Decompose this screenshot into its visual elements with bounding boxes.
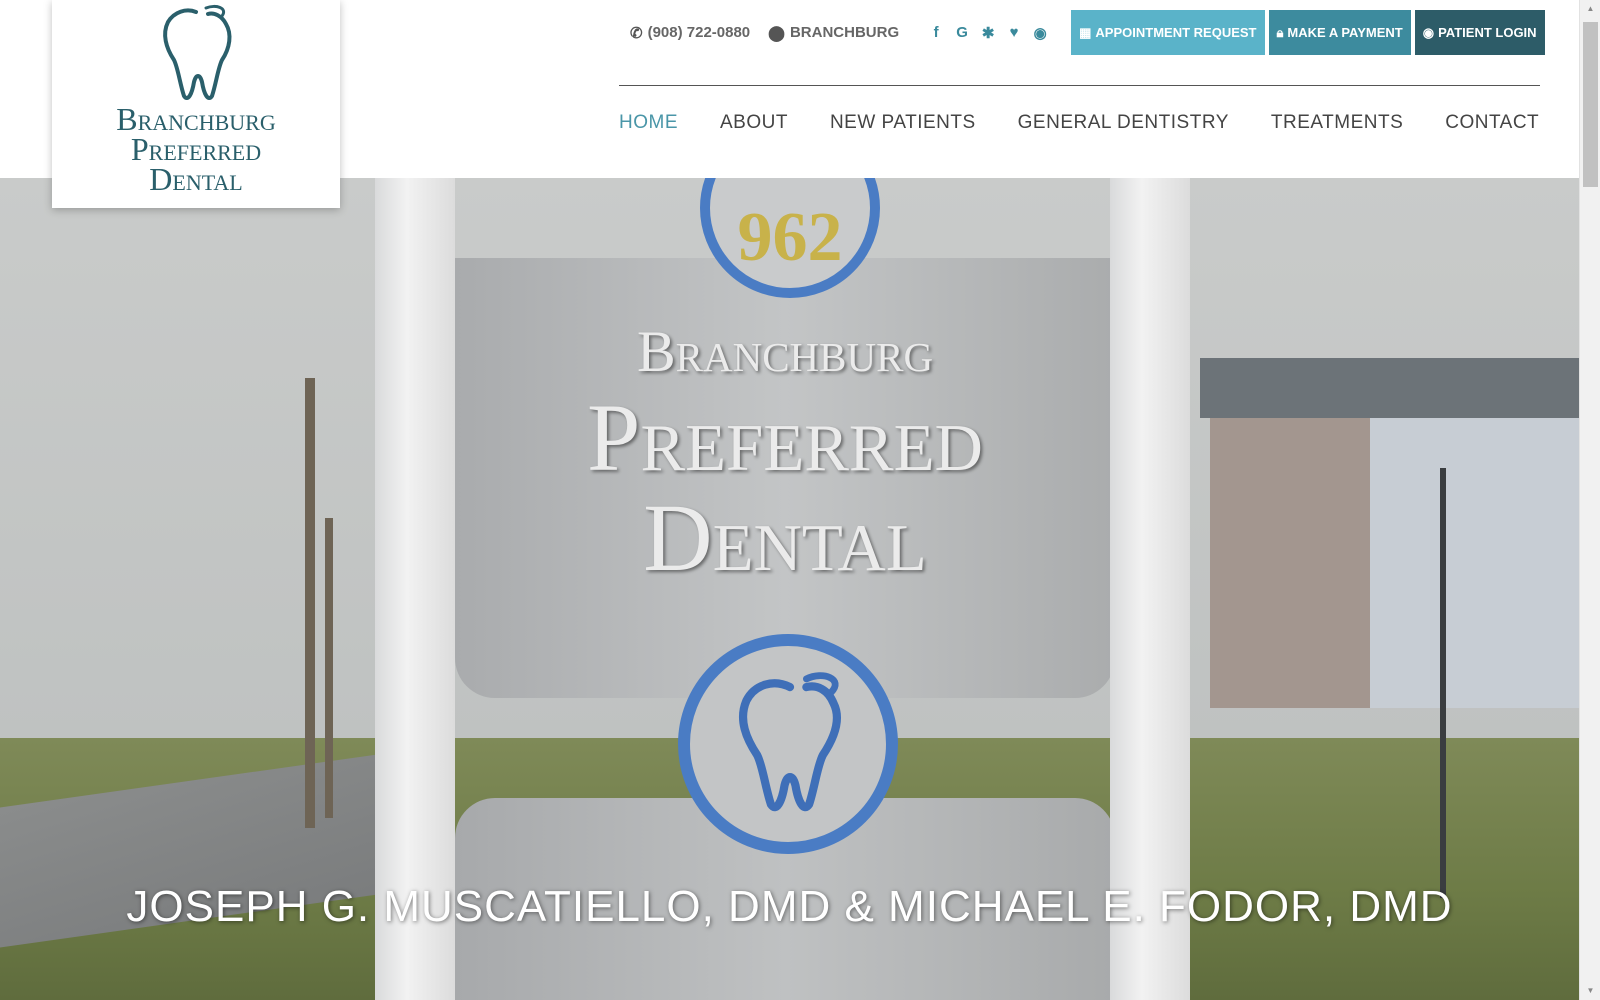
nav-item-new-patients[interactable]: NEW PATIENTS [830, 112, 976, 134]
facebook-icon[interactable]: f [929, 24, 943, 41]
scroll-up-icon[interactable]: ▲ [1586, 4, 1595, 13]
page-scrollbar[interactable]: ▲ ▼ [1579, 0, 1600, 1000]
logo-text: Branchburg Preferred Dental [52, 101, 340, 197]
location-link[interactable]: ⬤ BRANCHBURG [768, 24, 899, 42]
sign-text-line-2: Preferred [587, 384, 983, 491]
scrollbar-thumb[interactable] [1583, 22, 1598, 187]
header-divider [619, 85, 1540, 86]
nav-item-contact[interactable]: CONTACT [1445, 112, 1539, 134]
patient-login-button[interactable]: ◉ PATIENT LOGIN [1414, 10, 1545, 55]
scroll-down-icon[interactable]: ▼ [1586, 986, 1595, 995]
nav-item-home[interactable]: HOME [619, 112, 678, 134]
hero-building [1200, 358, 1579, 708]
logo-line-1: Branchburg [116, 101, 276, 137]
phone-link[interactable]: ✆ (908) 722-0880 [630, 24, 750, 42]
utility-pole [325, 518, 333, 818]
patient-login-label: PATIENT LOGIN [1438, 25, 1537, 40]
tooth-icon [738, 672, 842, 812]
utility-pole [305, 378, 315, 828]
sign-post-right [1110, 178, 1190, 1000]
building-side [1370, 418, 1579, 708]
sign-text-line-1: Branchburg [636, 319, 934, 384]
site-header: Branchburg Preferred Dental ✆ (908) 722-… [0, 0, 1579, 208]
logo[interactable]: Branchburg Preferred Dental [52, 0, 340, 208]
appointment-request-button[interactable]: ▦ APPOINTMENT REQUEST [1071, 10, 1265, 55]
sign-post-left [375, 178, 455, 1000]
sign-text-line-3: Dental [643, 484, 927, 591]
map-marker-icon: ⬤ [768, 24, 785, 42]
lock-icon: 🔒︎ [1276, 24, 1284, 40]
make-payment-button[interactable]: 🔒︎ MAKE A PAYMENT [1268, 10, 1411, 55]
building-roof [1200, 358, 1579, 418]
social-links: f G ✱ ♥ ◉ [923, 24, 1053, 42]
nav-item-about[interactable]: ABOUT [720, 112, 788, 134]
appointment-request-label: APPOINTMENT REQUEST [1095, 25, 1257, 40]
hero-caption: JOSEPH G. MUSCATIELLO, DMD & MICHAEL E. … [126, 882, 1453, 931]
top-bar: ✆ (908) 722-0880 ⬤ BRANCHBURG f G ✱ ♥ ◉ … [630, 10, 1545, 55]
phone-number: (908) 722-0880 [647, 24, 751, 41]
rss-icon[interactable]: ◉ [1033, 24, 1047, 42]
phone-icon: ✆ [630, 24, 643, 42]
healthgrades-icon[interactable]: ♥ [1007, 24, 1021, 41]
location-label: BRANCHBURG [789, 24, 900, 41]
logo-line-3: Dental [149, 161, 243, 197]
tooth-logo-icon [163, 4, 232, 101]
nav-item-treatments[interactable]: TREATMENTS [1271, 112, 1403, 134]
logo-line-2: Preferred [130, 131, 262, 167]
calendar-icon: ▦ [1079, 24, 1092, 40]
user-circle-icon: ◉ [1422, 24, 1435, 40]
utility-pole [1440, 468, 1446, 898]
yelp-icon[interactable]: ✱ [981, 24, 995, 42]
google-icon[interactable]: G [955, 24, 969, 41]
main-nav: HOME ABOUT NEW PATIENTS GENERAL DENTISTR… [619, 112, 1539, 134]
nav-item-general-dentistry[interactable]: GENERAL DENTISTRY [1018, 112, 1229, 134]
make-payment-label: MAKE A PAYMENT [1287, 25, 1403, 40]
hero-banner: 962 Branchburg Preferred Dental JOSEPH G… [0, 178, 1579, 1000]
